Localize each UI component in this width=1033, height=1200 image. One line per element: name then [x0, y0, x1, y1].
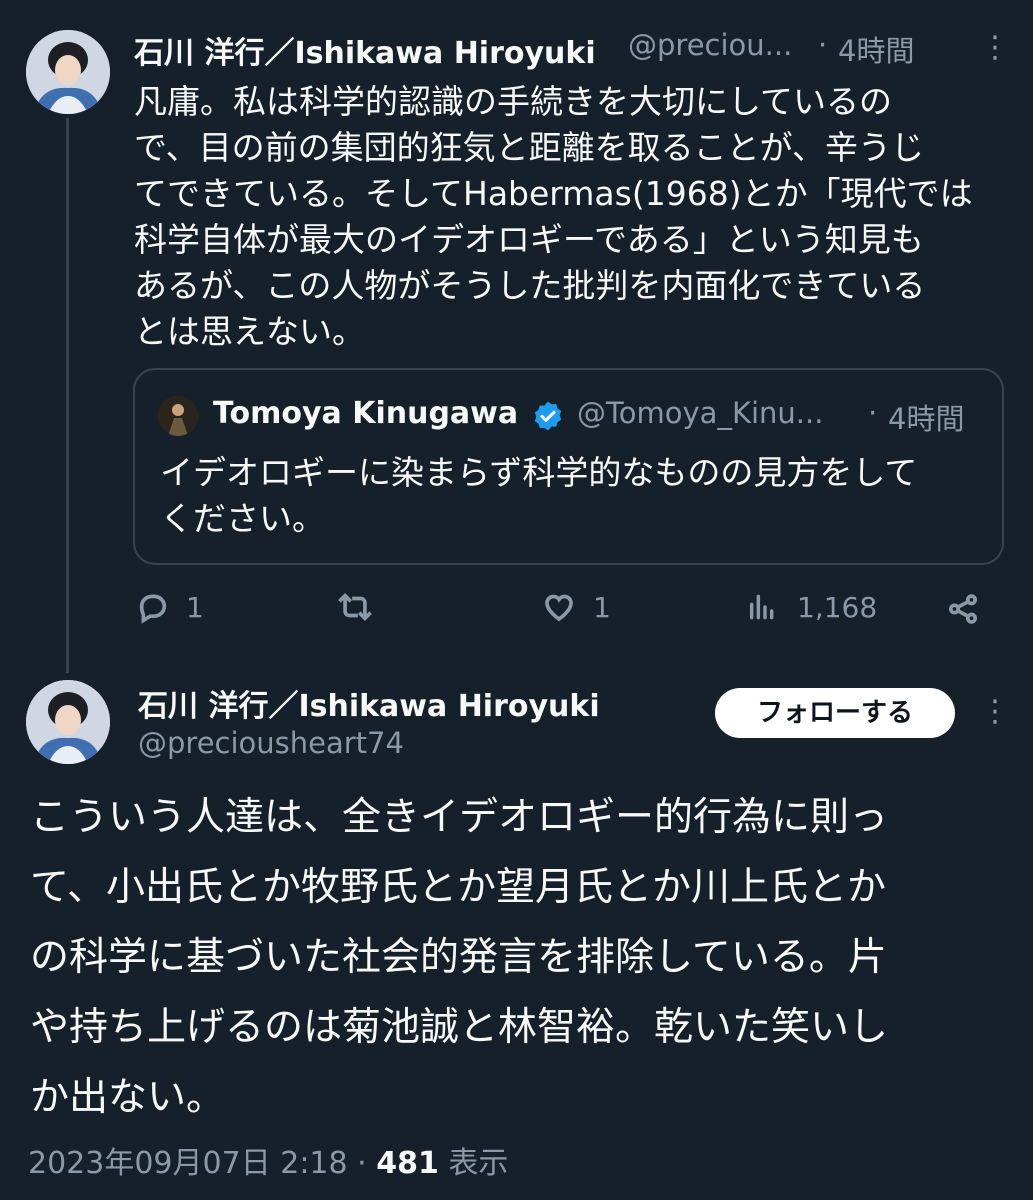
author-avatar[interactable]: [26, 30, 110, 114]
quoted-tweet-text: イデオロギーに染まらず科学的なものの見方をして ください。: [160, 450, 990, 542]
retweet-icon: [338, 593, 372, 621]
views-button[interactable]: 1,168: [745, 590, 877, 624]
timestamp[interactable]: 4時間: [838, 28, 914, 70]
views-count: 481: [376, 1146, 439, 1181]
quoted-author-handle: @Tomoya_Kinu...: [577, 396, 824, 430]
tweet-text: 凡庸。私は科学的認識の手続きを大切にしているの で、目の前の集団的狂気と距離を取…: [134, 79, 1014, 355]
post-datetime[interactable]: 2023年09月07日 2:18: [28, 1146, 348, 1181]
more-options-icon[interactable]: ⋮: [980, 30, 1010, 65]
separator-dot: ·: [357, 1146, 367, 1181]
author-avatar[interactable]: [26, 680, 110, 764]
tweet-meta: 2023年09月07日 2:18 · 481 表示: [28, 1138, 508, 1182]
follow-button[interactable]: フォローする: [715, 688, 955, 738]
author-name[interactable]: 石川 洋行／Ishikawa Hiroyuki: [138, 681, 600, 725]
quoted-text-line: イデオロギーに染まらず科学的なものの見方をして: [160, 453, 918, 492]
tweet-text-line: の科学に基づいた社会的発言を排除している。片: [30, 935, 887, 980]
views-count: 1,168: [797, 590, 878, 624]
tweet-text-line: で、目の前の集団的狂気と距離を取ることが、辛うじ: [134, 128, 925, 167]
share-button[interactable]: [946, 592, 980, 626]
thread-connector-line: [66, 118, 69, 673]
reply-icon: [139, 594, 167, 624]
share-icon: [948, 594, 978, 624]
reply-button[interactable]: 1: [136, 590, 204, 624]
tweet-text-line: や持ち上げるのは菊池誠と林智裕。乾いた笑いし: [30, 1005, 889, 1050]
tweet-text-line: とは思えない。: [134, 312, 365, 351]
like-button[interactable]: 1: [541, 590, 611, 624]
tweet-text-line: か出ない。: [30, 1075, 226, 1120]
tweet-text-line: こういう人達は、全きイデオロギー的行為に則っ: [30, 795, 889, 840]
author-handle[interactable]: @preciousheart74: [138, 726, 404, 760]
tweet-text: こういう人達は、全きイデオロギー的行為に則っ て、小出氏とか牧野氏とか望月氏とか…: [30, 783, 1020, 1133]
tweet-text-line: 科学自体が最大のイデオロギーである」という知見も: [134, 220, 924, 259]
views-label: 表示: [448, 1146, 509, 1181]
more-options-icon[interactable]: ⋮: [980, 694, 1010, 729]
like-count: 1: [593, 590, 611, 624]
tweet-text-line: あるが、この人物がそうした批判を内面化できている: [134, 266, 926, 305]
separator-dot: ·: [868, 396, 878, 430]
author-handle[interactable]: @preciou...: [628, 28, 792, 62]
author-name[interactable]: 石川 洋行／Ishikawa Hiroyuki: [134, 28, 596, 72]
separator-dot: ·: [818, 28, 828, 62]
quoted-author-avatar: [158, 396, 198, 436]
quoted-author-name: Tomoya Kinugawa: [213, 396, 519, 431]
quoted-text-line: ください。: [160, 499, 325, 538]
quoted-timestamp: 4時間: [888, 402, 965, 436]
analytics-icon: [749, 594, 774, 620]
tweet-text-line: て、小出氏とか牧野氏とか望月氏とか川上氏とか: [30, 865, 887, 910]
tweet-text-line: てできている。そしてHabermas(1968)とか「現代では: [134, 174, 973, 213]
tweet-text-line: 凡庸。私は科学的認識の手続きを大切にしているの: [134, 82, 893, 121]
reply-count: 1: [186, 590, 204, 624]
heart-icon: [545, 594, 573, 622]
retweet-button[interactable]: [335, 590, 387, 624]
verified-badge-icon: [531, 399, 565, 437]
